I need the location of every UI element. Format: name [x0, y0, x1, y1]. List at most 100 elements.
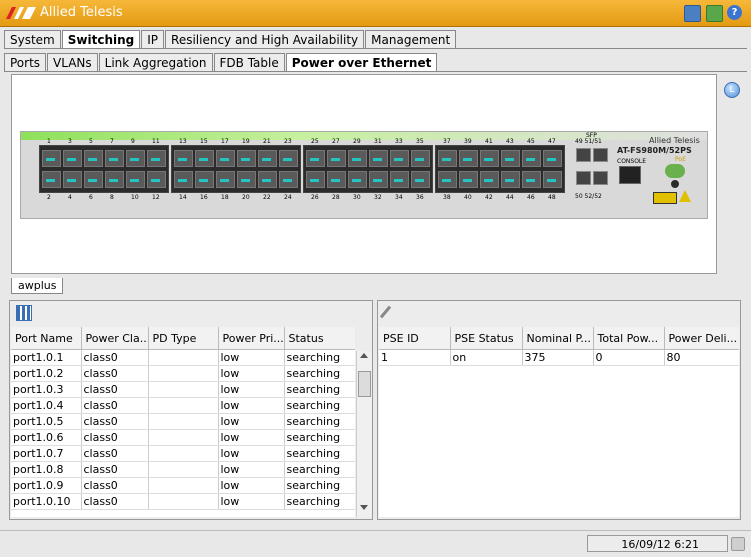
port-3[interactable] — [63, 150, 82, 167]
pse-column-header[interactable]: Power Deli... — [664, 327, 739, 350]
port-41[interactable] — [480, 150, 499, 167]
ports-table-scrollbar[interactable] — [356, 351, 371, 517]
port-43[interactable] — [501, 150, 520, 167]
port-13[interactable] — [174, 150, 193, 167]
port-21[interactable] — [258, 150, 277, 167]
port-1[interactable] — [42, 150, 61, 167]
export-icon[interactable] — [706, 5, 723, 22]
grid-view-icon[interactable] — [16, 305, 32, 321]
port-4[interactable] — [63, 171, 82, 188]
port-28[interactable] — [327, 171, 346, 188]
port-12[interactable] — [147, 171, 166, 188]
port-6[interactable] — [84, 171, 103, 188]
sfp-slot[interactable] — [593, 171, 608, 185]
port-35[interactable] — [411, 150, 430, 167]
pse-column-header[interactable]: PSE ID — [379, 327, 451, 350]
port-24[interactable] — [279, 171, 298, 188]
tab-link-aggregation[interactable]: Link Aggregation — [98, 53, 213, 71]
scroll-down-icon[interactable] — [360, 505, 368, 510]
port-33[interactable] — [390, 150, 409, 167]
edit-icon[interactable] — [379, 305, 392, 319]
ports-column-header[interactable]: Power Pri... — [218, 327, 285, 350]
sfp-slot[interactable] — [593, 148, 608, 162]
port-17[interactable] — [216, 150, 235, 167]
port-26[interactable] — [306, 171, 325, 188]
table-row[interactable]: port1.0.7 class0 low searching — [11, 445, 355, 462]
port-40[interactable] — [459, 171, 478, 188]
tab-power-over-ethernet[interactable]: Power over Ethernet — [285, 53, 438, 71]
tab-awplus[interactable]: awplus — [11, 278, 64, 294]
port-34[interactable] — [390, 171, 409, 188]
sfp-slot[interactable] — [576, 171, 591, 185]
table-row[interactable]: 1 on 375 0 80 — [379, 349, 739, 366]
tab-ports[interactable]: Ports — [4, 53, 47, 71]
table-row[interactable]: port1.0.3 class0 low searching — [11, 381, 355, 398]
port-32[interactable] — [369, 171, 388, 188]
port-30[interactable] — [348, 171, 367, 188]
ports-column-header[interactable]: Port Name — [11, 327, 82, 350]
port-20[interactable] — [237, 171, 256, 188]
pse-column-header[interactable]: Total Pow... — [593, 327, 665, 350]
port-15[interactable] — [195, 150, 214, 167]
table-row[interactable]: port1.0.6 class0 low searching — [11, 429, 355, 446]
table-row[interactable]: port1.0.5 class0 low searching — [11, 413, 355, 430]
save-icon[interactable] — [684, 5, 701, 22]
table-row[interactable]: port1.0.2 class0 low searching — [11, 365, 355, 382]
console-port[interactable] — [619, 166, 641, 184]
ports-column-header[interactable]: Power Cla... — [81, 327, 149, 350]
tab-ip[interactable]: IP — [141, 30, 165, 48]
tab-resiliency[interactable]: Resiliency and High Availability — [165, 30, 365, 48]
port-48[interactable] — [543, 171, 562, 188]
port-27[interactable] — [327, 150, 346, 167]
tab-management[interactable]: Management — [365, 30, 457, 48]
port-31[interactable] — [369, 150, 388, 167]
ports-column-header[interactable]: PD Type — [148, 327, 219, 350]
table-row[interactable]: port1.0.1 class0 low searching — [11, 349, 355, 366]
pse-column-header[interactable]: PSE Status — [450, 327, 523, 350]
port-9[interactable] — [126, 150, 145, 167]
port-36[interactable] — [411, 171, 430, 188]
model-label: AT-FS980M/52PS — [617, 146, 692, 155]
port-8[interactable] — [105, 171, 124, 188]
sfp-slot[interactable] — [576, 148, 591, 162]
scroll-up-icon[interactable] — [360, 353, 368, 358]
port-10[interactable] — [126, 171, 145, 188]
port-25[interactable] — [306, 150, 325, 167]
info-icon[interactable]: L — [724, 82, 740, 98]
port-46[interactable] — [522, 171, 541, 188]
port-22[interactable] — [258, 171, 277, 188]
table-row[interactable]: port1.0.9 class0 low searching — [11, 477, 355, 494]
port-19[interactable] — [237, 150, 256, 167]
pse-column-header[interactable]: Nominal P... — [522, 327, 594, 350]
port-18[interactable] — [216, 171, 235, 188]
port-47[interactable] — [543, 150, 562, 167]
ports-column-header[interactable]: Status — [284, 327, 355, 350]
table-row[interactable]: port1.0.10 class0 low searching — [11, 493, 355, 510]
table-cell: port1.0.9 — [11, 477, 82, 494]
port-16[interactable] — [195, 171, 214, 188]
port-29[interactable] — [348, 150, 367, 167]
tab-switching[interactable]: Switching — [61, 30, 141, 48]
table-row[interactable]: port1.0.4 class0 low searching — [11, 397, 355, 414]
port-2[interactable] — [42, 171, 61, 188]
port-37[interactable] — [438, 150, 457, 167]
port-14[interactable] — [174, 171, 193, 188]
table-row[interactable]: port1.0.8 class0 low searching — [11, 461, 355, 478]
port-44[interactable] — [501, 171, 520, 188]
port-number-top: 17 — [221, 138, 229, 145]
port-11[interactable] — [147, 150, 166, 167]
port-42[interactable] — [480, 171, 499, 188]
port-number-bottom: 40 — [464, 194, 472, 201]
tab-vlans[interactable]: VLANs — [47, 53, 98, 71]
port-38[interactable] — [438, 171, 457, 188]
tab-system[interactable]: System — [4, 30, 61, 48]
help-icon[interactable]: ? — [727, 5, 742, 20]
port-5[interactable] — [84, 150, 103, 167]
port-23[interactable] — [279, 150, 298, 167]
tab-fdb-table[interactable]: FDB Table — [213, 53, 285, 71]
port-39[interactable] — [459, 150, 478, 167]
link-led — [442, 158, 451, 161]
port-7[interactable] — [105, 150, 124, 167]
scroll-thumb[interactable] — [358, 371, 371, 397]
port-45[interactable] — [522, 150, 541, 167]
